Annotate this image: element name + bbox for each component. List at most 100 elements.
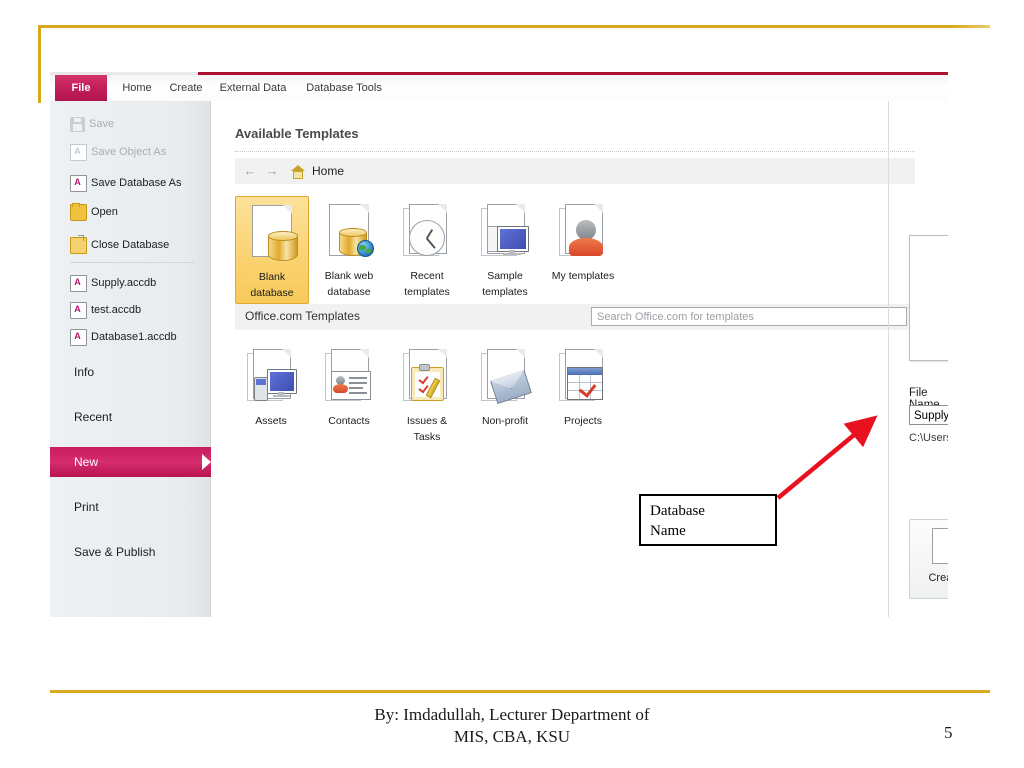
access-file-icon bbox=[70, 301, 87, 319]
template-label: templates bbox=[482, 286, 528, 298]
back-arrow-icon[interactable]: ← bbox=[243, 164, 257, 178]
annotation-arrow-icon bbox=[776, 415, 878, 500]
heading-divider bbox=[235, 151, 915, 152]
template-label: database bbox=[327, 286, 371, 298]
sidebar-item-save-object-as[interactable]: Save Object As bbox=[50, 141, 210, 163]
access-file-icon bbox=[70, 328, 87, 346]
template-label bbox=[547, 286, 619, 290]
create-button[interactable]: Create bbox=[909, 519, 948, 599]
sidebar-recent-file-test[interactable]: test.accdb bbox=[50, 299, 210, 321]
sidebar-item-label: Supply.accdb bbox=[91, 277, 157, 289]
sidebar-item-new[interactable]: New bbox=[50, 447, 220, 477]
issues-tasks-icon bbox=[391, 341, 463, 415]
callout-line-2: Name bbox=[650, 523, 686, 539]
template-label: Projects bbox=[564, 415, 602, 427]
recent-templates-clock-icon bbox=[391, 196, 463, 270]
template-label bbox=[313, 431, 385, 435]
slide-frame-top-rule bbox=[38, 25, 990, 28]
sample-templates-monitor-icon bbox=[469, 196, 541, 270]
template-label: Contacts bbox=[328, 415, 370, 427]
sidebar-item-open[interactable]: Open bbox=[50, 201, 210, 223]
template-label bbox=[469, 431, 541, 435]
sidebar-item-save-and-publish[interactable]: Save & Publish bbox=[50, 537, 210, 567]
backstage-main-panel: Available Templates ← → Home Blank datab… bbox=[211, 101, 948, 617]
access-file-icon bbox=[70, 174, 87, 192]
blank-web-database-icon bbox=[313, 196, 385, 270]
create-button-label: Create bbox=[928, 572, 948, 584]
access-file-icon bbox=[70, 274, 87, 292]
tab-external-data[interactable]: External Data bbox=[214, 75, 292, 101]
template-label: database bbox=[250, 287, 294, 299]
contacts-icon bbox=[313, 341, 385, 415]
template-preview-box bbox=[909, 235, 948, 361]
my-templates-person-icon bbox=[547, 196, 619, 270]
open-folder-icon bbox=[70, 202, 87, 221]
sidebar-item-print[interactable]: Print bbox=[50, 492, 210, 522]
breadcrumb-label: Home bbox=[312, 164, 345, 178]
template-tile-contacts[interactable]: Contacts bbox=[313, 341, 385, 435]
template-label: Blank web bbox=[324, 270, 374, 282]
sidebar-item-label: Info bbox=[74, 365, 95, 379]
sidebar-item-info[interactable]: Info bbox=[50, 357, 210, 387]
template-label: Recent bbox=[410, 270, 444, 282]
sidebar-item-label: New bbox=[74, 455, 99, 469]
file-name-value: Supply bbox=[914, 410, 948, 422]
tab-file[interactable]: File bbox=[55, 75, 107, 101]
sidebar-item-label: Save & Publish bbox=[74, 545, 156, 559]
template-label bbox=[235, 431, 307, 435]
assets-icon bbox=[235, 341, 307, 415]
template-label: Blank bbox=[258, 271, 286, 283]
sidebar-item-label: Save Database As bbox=[91, 177, 182, 189]
template-tile-sample-templates[interactable]: Sample templates bbox=[469, 196, 541, 302]
tab-create[interactable]: Create bbox=[162, 75, 210, 101]
template-label: Assets bbox=[255, 415, 287, 427]
template-label: Issues & bbox=[406, 415, 448, 427]
blank-database-icon bbox=[236, 197, 308, 271]
sidebar-item-label: Print bbox=[74, 500, 99, 514]
footer-line-1: By: Imdadullah, Lecturer Department of bbox=[374, 705, 650, 724]
slide-page-number: 5 bbox=[944, 723, 953, 742]
sidebar-item-label: Database1.accdb bbox=[91, 331, 177, 343]
access-backstage-screenshot: File Home Create External Data Database … bbox=[50, 72, 948, 617]
sidebar-divider bbox=[70, 262, 195, 263]
template-tile-non-profit[interactable]: Non-profit bbox=[469, 341, 541, 435]
office-templates-title: Office.com Templates bbox=[245, 309, 360, 323]
template-label: Tasks bbox=[413, 431, 441, 443]
file-path-text: C:\Users\Jan\Docu bbox=[909, 432, 948, 444]
template-tile-blank-database[interactable]: Blank database bbox=[235, 196, 309, 304]
sidebar-item-label: Save bbox=[89, 118, 115, 130]
sidebar-item-recent[interactable]: Recent bbox=[50, 402, 210, 432]
projects-icon bbox=[547, 341, 619, 415]
tab-database-tools[interactable]: Database Tools bbox=[298, 75, 390, 101]
template-tile-recent-templates[interactable]: Recent templates bbox=[391, 196, 463, 302]
search-input[interactable]: Search Office.com for templates bbox=[591, 307, 907, 326]
forward-arrow-icon[interactable]: → bbox=[265, 164, 279, 178]
page-title: Available Templates bbox=[235, 126, 359, 141]
template-tile-projects[interactable]: Projects bbox=[547, 341, 619, 435]
sidebar-recent-file-database1[interactable]: Database1.accdb bbox=[50, 326, 210, 348]
sidebar-item-close-database[interactable]: Close Database bbox=[50, 234, 210, 256]
template-tile-issues-tasks[interactable]: Issues & Tasks bbox=[391, 341, 463, 447]
office-templates-section-bar: Office.com Templates Search Office.com f… bbox=[235, 304, 915, 330]
sidebar-item-save-database-as[interactable]: Save Database As bbox=[50, 172, 210, 194]
non-profit-icon bbox=[469, 341, 541, 415]
template-tile-assets[interactable]: Assets bbox=[235, 341, 307, 435]
close-folder-icon bbox=[70, 234, 87, 254]
file-name-input[interactable]: Supply bbox=[909, 405, 948, 425]
sidebar-item-label: Recent bbox=[74, 410, 113, 424]
template-label: My templates bbox=[551, 270, 615, 282]
template-label: Sample bbox=[487, 270, 523, 282]
sidebar-item-label: Close Database bbox=[91, 239, 170, 251]
template-tile-blank-web-database[interactable]: Blank web database bbox=[313, 196, 385, 302]
sidebar-item-save[interactable]: Save bbox=[50, 113, 210, 135]
sidebar-recent-file-supply[interactable]: Supply.accdb bbox=[50, 272, 210, 294]
save-object-icon bbox=[70, 143, 87, 161]
sidebar-item-label: test.accdb bbox=[91, 304, 142, 316]
template-label: templates bbox=[404, 286, 450, 298]
sidebar-item-label: Open bbox=[91, 206, 118, 218]
tab-home[interactable]: Home bbox=[114, 75, 160, 101]
breadcrumb: ← → Home bbox=[235, 158, 915, 184]
callout-line-1: Database bbox=[650, 503, 705, 519]
slide-frame-left-rule bbox=[38, 25, 41, 103]
template-tile-my-templates[interactable]: My templates bbox=[547, 196, 619, 290]
